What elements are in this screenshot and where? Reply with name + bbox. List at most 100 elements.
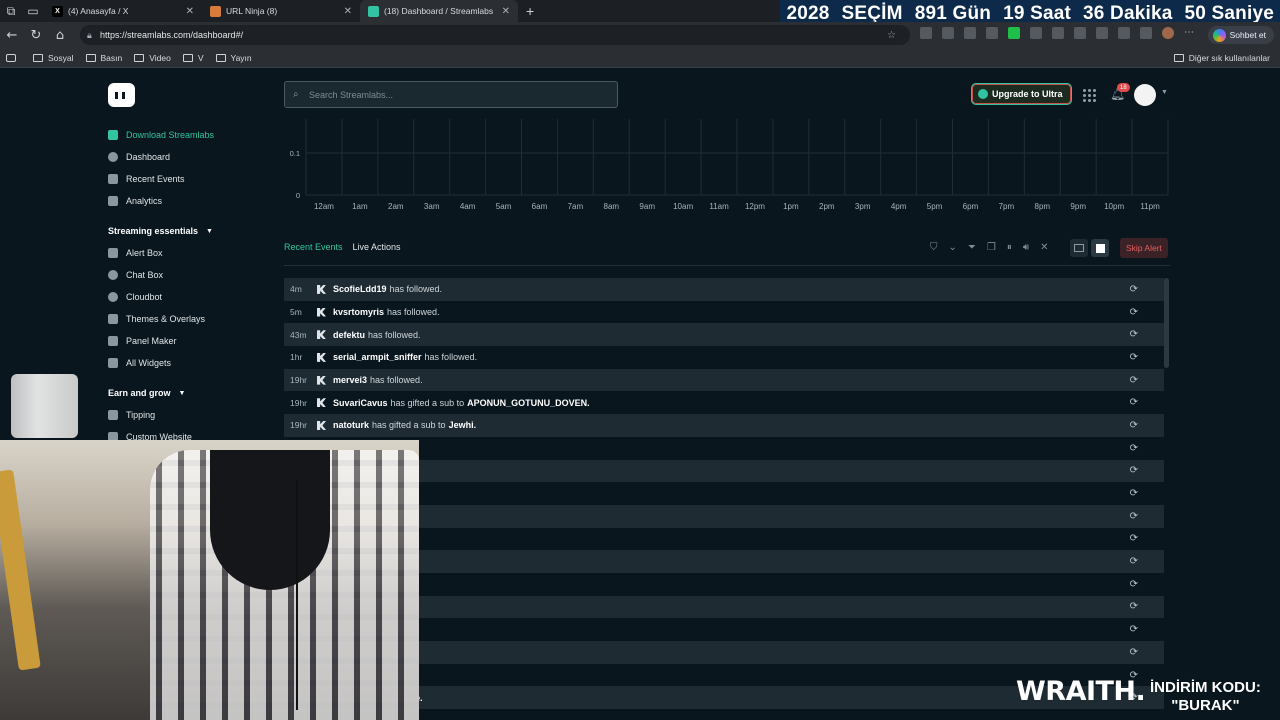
replay-icon[interactable]: ⟳	[1130, 329, 1138, 340]
browser-tab-urlninja[interactable]: URL Ninja (8) ✕	[202, 0, 360, 22]
apps-grid-icon[interactable]	[1082, 88, 1096, 102]
more-icon[interactable]: ⋯	[1184, 27, 1196, 39]
new-tab-button[interactable]: +	[518, 3, 542, 19]
replay-icon[interactable]: ⟳	[1130, 307, 1138, 318]
sidebar: Download Streamlabs Dashboard Recent Eve…	[108, 124, 268, 448]
search-input[interactable]: ⌕ Search Streamlabs...	[284, 81, 618, 108]
event-time: 19hr	[290, 375, 308, 386]
replay-icon[interactable]: ⟳	[1130, 579, 1138, 590]
bookmark-folder[interactable]: Yayın	[215, 53, 252, 63]
tshirt-image	[210, 450, 330, 590]
replay-icon[interactable]: ⟳	[1130, 647, 1138, 658]
sidebar-item-dashboard[interactable]: Dashboard	[108, 146, 268, 168]
sidebar-item-tipping[interactable]: Tipping	[108, 404, 268, 426]
browser-essentials-icon[interactable]	[1118, 27, 1130, 39]
replay-icon[interactable]: ⟳	[1130, 375, 1138, 386]
avatar[interactable]	[1134, 84, 1156, 106]
replay-icon[interactable]: ⟳	[1130, 624, 1138, 635]
workspaces-icon[interactable]: ⧉	[0, 0, 22, 22]
sidebar-item-chat-box[interactable]: Chat Box	[108, 264, 268, 286]
event-row: 4m ScofieLdd19 has followed. ⟳	[284, 278, 1164, 301]
section-streaming-essentials[interactable]: Streaming essentials ▼	[108, 220, 268, 242]
filter-icon[interactable]: ⏷	[968, 242, 976, 253]
collections-icon[interactable]	[1140, 27, 1152, 39]
skip-alert-button[interactable]: Skip Alert	[1120, 238, 1168, 258]
copilot-chat-button[interactable]: Sohbet et	[1207, 26, 1274, 44]
extension-icon[interactable]	[942, 27, 954, 39]
popout-icon[interactable]: ❐	[987, 242, 996, 253]
back-icon[interactable]: ←	[0, 28, 24, 43]
close-icon[interactable]: ✕	[344, 6, 352, 17]
list-view-icon[interactable]	[1091, 239, 1109, 257]
chevron-down-icon[interactable]: ⌄	[949, 242, 957, 253]
section-earn-and-grow[interactable]: Earn and grow ▼	[108, 382, 268, 404]
bookmarks-menu-icon[interactable]	[6, 53, 21, 62]
scrollbar[interactable]	[1164, 278, 1169, 368]
extension-icon[interactable]	[1052, 27, 1064, 39]
sidebar-item-all-widgets[interactable]: All Widgets	[108, 352, 268, 374]
split-view-icon[interactable]	[1074, 27, 1086, 39]
sidebar-item-recent-events[interactable]: Recent Events	[108, 168, 268, 190]
kick-icon	[317, 420, 326, 430]
chevron-down-icon[interactable]: ▼	[1161, 89, 1168, 96]
streamlabs-favicon-icon	[368, 5, 379, 17]
close-icon[interactable]: ✕	[186, 6, 194, 17]
replay-icon[interactable]: ⟳	[1130, 465, 1138, 476]
sidebar-item-download[interactable]: Download Streamlabs	[108, 124, 268, 146]
event-row: 19hr SuvariCavus has gifted a sub to APONUN…	[284, 391, 1164, 414]
bookmark-folder[interactable]: Video	[134, 53, 171, 63]
url-field[interactable]: 🔒︎ https://streamlabs.com/dashboard#/ ☆	[80, 25, 910, 45]
themes-icon	[108, 314, 118, 324]
event-target: APONUN_GOTUNU_DOVEN.	[467, 397, 590, 408]
event-time: 19hr	[290, 397, 308, 408]
replay-icon[interactable]: ⟳	[1130, 556, 1138, 567]
replay-icon[interactable]: ⟳	[1130, 420, 1138, 431]
panel-icon	[108, 336, 118, 346]
replay-icon[interactable]: ⟳	[1130, 533, 1138, 544]
x-tick-label: 4pm	[890, 202, 907, 211]
compact-view-icon[interactable]	[1070, 239, 1088, 257]
reload-icon[interactable]: ↻	[24, 28, 48, 43]
replay-icon[interactable]: ⟳	[1130, 443, 1138, 454]
sidebar-item-analytics[interactable]: Analytics	[108, 190, 268, 212]
mute-alerts-icon[interactable]: ✕	[1040, 242, 1048, 253]
event-time: 19hr	[290, 420, 308, 431]
profile-icon[interactable]	[1162, 27, 1174, 39]
pause-icon[interactable]: ⏸	[1007, 242, 1012, 253]
replay-icon[interactable]: ⟳	[1130, 352, 1138, 363]
event-username: ScofieLdd19	[333, 284, 387, 295]
bookmark-folder[interactable]: V	[182, 53, 204, 63]
replay-icon[interactable]: ⟳	[1130, 511, 1138, 522]
favorites-icon[interactable]	[1096, 27, 1108, 39]
sidebar-item-panel-maker[interactable]: Panel Maker	[108, 330, 268, 352]
bookmark-folder[interactable]: Sosyal	[33, 53, 74, 63]
extension-icon[interactable]	[964, 27, 976, 39]
other-bookmarks[interactable]: Diğer sık kullanılanlar	[1173, 53, 1270, 63]
streamlabs-logo-icon[interactable]	[108, 83, 135, 107]
extension-icon[interactable]	[1030, 27, 1042, 39]
sidebar-item-alert-box[interactable]: Alert Box	[108, 242, 268, 264]
sidebar-item-themes[interactable]: Themes & Overlays	[108, 308, 268, 330]
replay-icon[interactable]: ⟳	[1130, 601, 1138, 612]
favorite-star-icon[interactable]: ☆	[887, 30, 904, 41]
copilot-icon	[1212, 28, 1226, 42]
sidebar-item-cloudbot[interactable]: Cloudbot	[108, 286, 268, 308]
tab-recent-events[interactable]: Recent Events	[284, 242, 343, 252]
tab-actions-icon[interactable]: ▭	[22, 0, 44, 22]
extension-icon[interactable]	[986, 27, 998, 39]
upgrade-ultra-button[interactable]: Upgrade to Ultra	[971, 83, 1072, 105]
shield-icon[interactable]: ⛉	[930, 242, 938, 253]
home-icon[interactable]: ⌂	[48, 28, 72, 43]
browser-tab-x[interactable]: X (4) Anasayfa / X ✕	[44, 0, 202, 22]
replay-icon[interactable]: ⟳	[1130, 488, 1138, 499]
extension-icon[interactable]	[920, 27, 932, 39]
tab-live-actions[interactable]: Live Actions	[353, 242, 401, 252]
volume-icon[interactable]: 🔊︎	[1023, 242, 1029, 253]
browser-tab-streamlabs[interactable]: (18) Dashboard / Streamlabs ✕	[360, 0, 518, 22]
close-icon[interactable]: ✕	[502, 6, 510, 17]
replay-icon[interactable]: ⟳	[1130, 397, 1138, 408]
download-icon	[108, 130, 118, 140]
bookmark-folder[interactable]: Basın	[85, 53, 122, 63]
replay-icon[interactable]: ⟳	[1130, 284, 1138, 295]
extension-icon[interactable]	[1008, 27, 1020, 39]
